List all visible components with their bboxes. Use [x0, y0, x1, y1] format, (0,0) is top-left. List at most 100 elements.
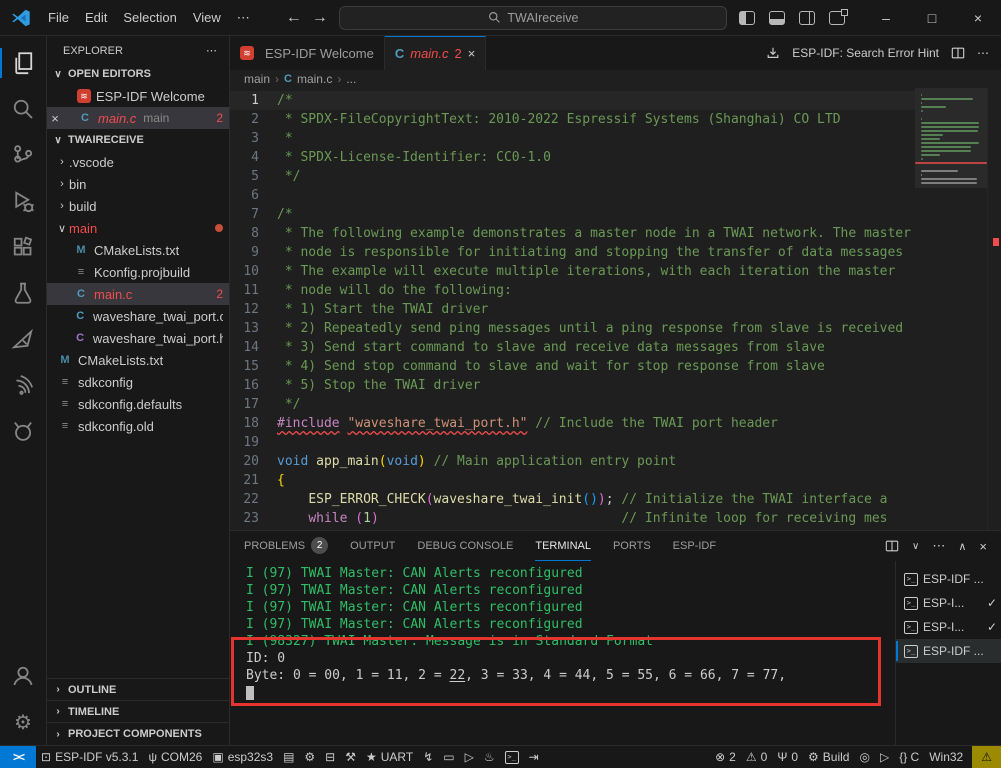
- status-alert-warning-icon[interactable]: ⚠: [972, 746, 1001, 768]
- status-terminal-terminal-icon[interactable]: >_: [500, 746, 524, 768]
- tree-file-waveshare_twai_port.h[interactable]: Cwaveshare_twai_port.h: [47, 327, 229, 349]
- code-line-7[interactable]: 7/*: [230, 205, 915, 224]
- panel-tab-terminal[interactable]: TERMINAL: [535, 531, 591, 561]
- code-line-23[interactable]: 23 while (1) // Infinite loop for receiv…: [230, 509, 915, 528]
- status-errors-error-icon[interactable]: ⊗2: [710, 746, 741, 768]
- status-esp-idf-version-robot-icon[interactable]: ⊡ESP-IDF v5.3.1: [36, 746, 143, 768]
- menu-selection[interactable]: Selection: [115, 6, 184, 29]
- terminal-list-item[interactable]: >_ESP-I...✓: [896, 615, 1001, 639]
- open-editor-item[interactable]: ≋ESP-IDF Welcome: [47, 85, 229, 107]
- status-flash-method-folder-icon[interactable]: ▤: [278, 746, 299, 768]
- overview-ruler[interactable]: [987, 88, 1001, 530]
- code-line-5[interactable]: 5 */: [230, 167, 915, 186]
- terminal-list-item[interactable]: >_ESP-IDF ...: [896, 567, 1001, 591]
- code-line-14[interactable]: 14 * 3) Send start command to slave and …: [230, 338, 915, 357]
- status-monitor-monitor-icon[interactable]: ▭: [438, 746, 459, 768]
- panel-tab-problems[interactable]: PROBLEMS2: [244, 531, 328, 561]
- tree-folder-.vscode[interactable]: ›.vscode: [47, 151, 229, 173]
- toggle-secondary-sidebar-icon[interactable]: [799, 11, 815, 25]
- code-line-15[interactable]: 15 * 4) Send stop command to slave and w…: [230, 357, 915, 376]
- code-line-3[interactable]: 3 *: [230, 129, 915, 148]
- tree-folder-main[interactable]: ∨main: [47, 217, 229, 239]
- close-button[interactable]: ×: [955, 0, 1001, 35]
- code-line-18[interactable]: 18#include "waveshare_twai_port.h" // In…: [230, 414, 915, 433]
- tree-file-CMakeLists.txt[interactable]: MCMakeLists.txt: [47, 349, 229, 371]
- status-debug-alt-bug-icon[interactable]: ◎: [854, 746, 874, 768]
- code-line-16[interactable]: 16 * 5) Stop the TWAI driver: [230, 376, 915, 395]
- panel-maximize-icon[interactable]: ∧: [958, 540, 966, 553]
- toggle-panel-icon[interactable]: [769, 11, 785, 25]
- section-timeline[interactable]: ›TIMELINE: [47, 701, 229, 723]
- code-line-9[interactable]: 9 * node is responsible for initiating a…: [230, 243, 915, 262]
- split-terminal-icon[interactable]: [885, 539, 899, 553]
- panel-tab-debug-console[interactable]: DEBUG CONSOLE: [417, 531, 513, 561]
- status-flame-flame-icon[interactable]: ♨: [479, 746, 500, 768]
- activity-testing-testing-flask-icon[interactable]: [0, 270, 47, 316]
- activity-espressif-espressif-icon[interactable]: [0, 362, 47, 408]
- code-line-2[interactable]: 2 * SPDX-FileCopyrightText: 2010-2022 Es…: [230, 110, 915, 129]
- download-tray-icon[interactable]: [766, 46, 780, 60]
- panel-tab-ports[interactable]: PORTS: [613, 531, 651, 561]
- customize-layout-icon[interactable]: [829, 11, 845, 25]
- tab-main-c[interactable]: C main.c 2 ×: [385, 36, 487, 70]
- activity-extensions-extensions-icon[interactable]: [0, 224, 47, 270]
- breadcrumb-folder[interactable]: main: [244, 72, 270, 86]
- tree-folder-bin[interactable]: ›bin: [47, 173, 229, 195]
- terminal-output[interactable]: I (97) TWAI Master: CAN Alerts reconfigu…: [230, 561, 895, 745]
- minimap-slider[interactable]: [915, 88, 987, 188]
- terminal-list-item[interactable]: >_ESP-IDF ...: [896, 639, 1001, 663]
- maximize-button[interactable]: □: [909, 0, 955, 35]
- esp-idf-search-error-hint-button[interactable]: ESP-IDF: Search Error Hint: [792, 46, 939, 60]
- activity-account-account-icon[interactable]: [0, 653, 47, 699]
- minimap[interactable]: [915, 88, 987, 530]
- menu-file[interactable]: File: [40, 6, 77, 29]
- command-center-search[interactable]: TWAIreceive: [339, 6, 727, 30]
- activity-explorer-files-icon[interactable]: [0, 40, 47, 86]
- explorer-more-icon[interactable]: ⋯: [206, 44, 217, 57]
- tab-esp-idf-welcome[interactable]: ≋ ESP-IDF Welcome: [230, 36, 385, 70]
- close-icon[interactable]: ×: [47, 111, 63, 126]
- code-line-6[interactable]: 6: [230, 186, 915, 205]
- open-editors-header[interactable]: ∨ OPEN EDITORS: [47, 63, 229, 85]
- nav-forward-icon[interactable]: →: [312, 9, 328, 27]
- activity-settings-settings-gear-icon[interactable]: ⚙: [0, 699, 47, 745]
- panel-more-icon[interactable]: ⋯: [932, 538, 945, 554]
- tree-file-waveshare_twai_port.c[interactable]: Cwaveshare_twai_port.c: [47, 305, 229, 327]
- status-eol[interactable]: Win32: [924, 746, 968, 768]
- status-ports-forwarded-antenna-icon[interactable]: Ψ0: [772, 746, 803, 768]
- status-flash-bolt-icon[interactable]: ↯: [418, 746, 438, 768]
- menu-edit[interactable]: Edit: [77, 6, 115, 29]
- activity-source-control-source-control-icon[interactable]: [0, 132, 47, 178]
- editor-more-icon[interactable]: ⋯: [977, 46, 989, 60]
- breadcrumb-file[interactable]: main.c: [297, 72, 332, 86]
- chevron-down-icon[interactable]: ∨: [912, 541, 919, 552]
- code-line-17[interactable]: 17 */: [230, 395, 915, 414]
- code-line-13[interactable]: 13 * 2) Repeatedly send ping messages un…: [230, 319, 915, 338]
- code-line-22[interactable]: 22 ESP_ERROR_CHECK(waveshare_twai_init()…: [230, 490, 915, 509]
- tree-folder-build[interactable]: ›build: [47, 195, 229, 217]
- code-line-20[interactable]: 20void app_main(void) // Main applicatio…: [230, 452, 915, 471]
- code-line-1[interactable]: 1/*: [230, 91, 915, 110]
- code-line-21[interactable]: 21{: [230, 471, 915, 490]
- status-device-target-chip-icon[interactable]: ▣esp32s3: [207, 746, 278, 768]
- activity-esp-idf-tools-esp-tool-icon[interactable]: [0, 316, 47, 362]
- activity-run-debug-run-debug-icon[interactable]: [0, 178, 47, 224]
- activity-search-search-icon[interactable]: [0, 86, 47, 132]
- minimize-button[interactable]: –: [863, 0, 909, 35]
- split-editor-icon[interactable]: [951, 46, 965, 60]
- panel-tab-esp-idf[interactable]: ESP-IDF: [673, 531, 716, 561]
- status-build-task-gear-icon[interactable]: ⚙Build: [803, 746, 854, 768]
- status-sdk-config-gear-icon[interactable]: ⚙: [299, 746, 320, 768]
- status-full-clean-trash-icon[interactable]: ⊟: [320, 746, 340, 768]
- tree-file-main.c[interactable]: Cmain.c2: [47, 283, 229, 305]
- status-run-play-icon[interactable]: ▷: [875, 746, 894, 768]
- tree-file-sdkconfig[interactable]: ≡sdkconfig: [47, 371, 229, 393]
- code-line-12[interactable]: 12 * 1) Start the TWAI driver: [230, 300, 915, 319]
- panel-close-icon[interactable]: ×: [979, 539, 987, 554]
- code-editor[interactable]: 1/*2 * SPDX-FileCopyrightText: 2010-2022…: [230, 88, 1001, 530]
- tree-file-sdkconfig.old[interactable]: ≡sdkconfig.old: [47, 415, 229, 437]
- terminal-list-item[interactable]: >_ESP-I...✓: [896, 591, 1001, 615]
- status-language-mode[interactable]: {} C: [894, 746, 924, 768]
- tree-file-Kconfig.projbuild[interactable]: ≡Kconfig.projbuild: [47, 261, 229, 283]
- code-line-11[interactable]: 11 * node will do the following:: [230, 281, 915, 300]
